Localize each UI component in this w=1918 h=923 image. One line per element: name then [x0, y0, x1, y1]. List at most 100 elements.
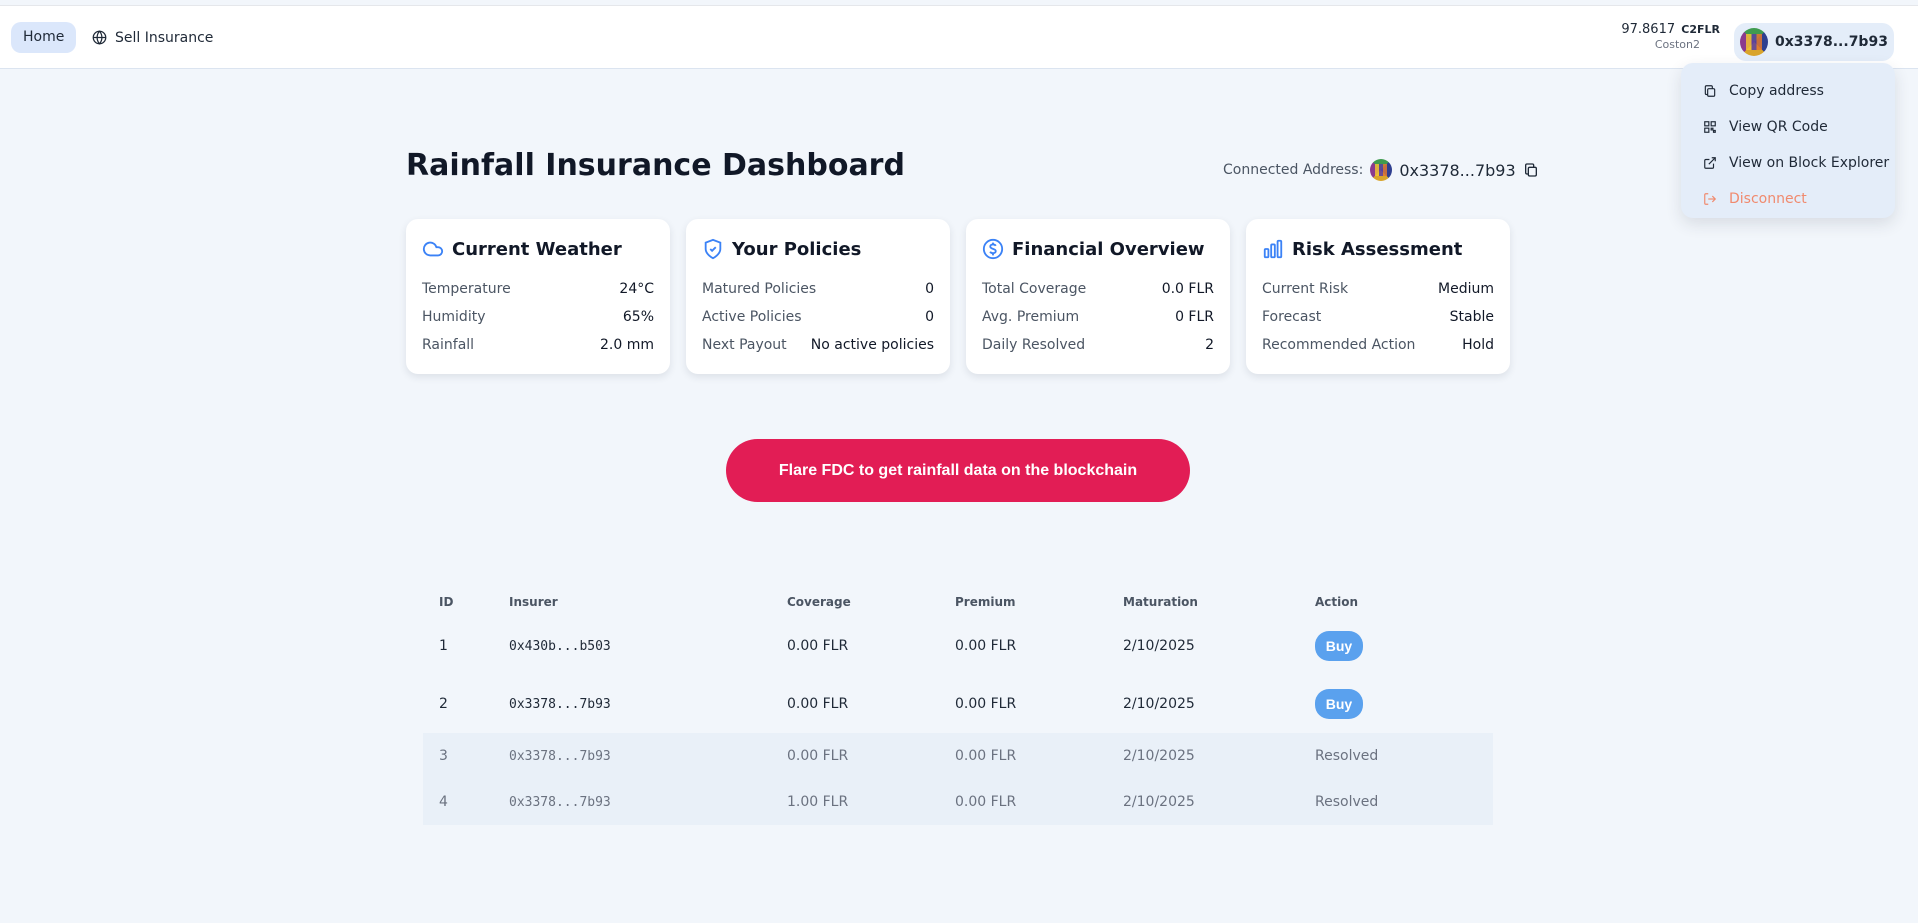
- premium-value: 0.00 FLR: [955, 794, 1017, 810]
- stat-label: Daily Resolved: [982, 337, 1086, 353]
- policy-id: 1: [439, 638, 448, 654]
- copy-address-label: Copy address: [1729, 83, 1824, 99]
- stat-value: 65%: [622, 309, 654, 325]
- stat-value: 2.0 mm: [600, 337, 654, 353]
- stat-value: 0 FLR: [1175, 309, 1214, 325]
- bar-chart-icon: [1263, 239, 1283, 259]
- connected-address-value: 0x3378...7b93: [1399, 160, 1516, 180]
- connected-address-label: Connected Address:: [1223, 162, 1364, 178]
- stat-value: Medium: [1438, 281, 1494, 297]
- globe-icon: [92, 30, 107, 45]
- top-nav-bar: Home Sell Insurance 97.8617 C2FLR Coston…: [0, 5, 1918, 69]
- stat-value: No active policies: [810, 337, 934, 353]
- avatar: [1370, 159, 1393, 181]
- policies-table: ID Insurer Coverage Premium Maturation A…: [423, 587, 1493, 825]
- coverage-value: 1.00 FLR: [787, 794, 849, 810]
- stat-label: Rainfall: [422, 337, 475, 353]
- stat-row: Current Risk Medium: [1262, 275, 1494, 303]
- your-policies-card: Your Policies Matured Policies 0 Active P…: [686, 219, 950, 374]
- resolved-status: Resolved: [1315, 748, 1379, 764]
- stat-row: Temperature 24°C: [422, 275, 654, 303]
- avatar: [1740, 28, 1768, 56]
- stat-row: Forecast Stable: [1262, 303, 1494, 331]
- insurer-address: 0x3378...7b93: [509, 794, 611, 810]
- maturation-date: 2/10/2025: [1123, 696, 1195, 712]
- stat-row: Active Policies 0: [702, 303, 934, 331]
- stat-row: Matured Policies 0: [702, 275, 934, 303]
- stat-row: Daily Resolved 2: [982, 331, 1214, 359]
- table-row: 3 0x3378...7b93 0.00 FLR 0.00 FLR 2/10/2…: [423, 733, 1493, 779]
- cloud-icon: [422, 241, 444, 257]
- stat-row: Avg. Premium 0 FLR: [982, 303, 1214, 331]
- sell-insurance-nav-link[interactable]: Sell Insurance: [92, 22, 213, 53]
- network-name: Coston2: [1654, 38, 1700, 51]
- table-row: 1 0x430b...b503 0.00 FLR 0.00 FLR 2/10/2…: [423, 617, 1493, 675]
- coverage-value: 0.00 FLR: [787, 638, 849, 654]
- page-title: Rainfall Insurance Dashboard: [406, 148, 905, 183]
- coverage-value: 0.00 FLR: [787, 696, 849, 712]
- disconnect-label: Disconnect: [1729, 191, 1807, 207]
- column-header: Premium: [955, 595, 1016, 609]
- qr-code-icon: [1704, 121, 1716, 133]
- view-qr-code-menu-item[interactable]: View QR Code: [1681, 109, 1895, 145]
- balance-amount: 97.8617: [1621, 22, 1676, 37]
- stat-row: Recommended Action Hold: [1262, 331, 1494, 359]
- balance-currency: C2FLR: [1681, 23, 1720, 36]
- premium-value: 0.00 FLR: [955, 638, 1017, 654]
- table-row: 2 0x3378...7b93 0.00 FLR 0.00 FLR 2/10/2…: [423, 675, 1493, 733]
- stat-label: Avg. Premium: [982, 309, 1080, 325]
- stat-label: Recommended Action: [1262, 337, 1416, 353]
- stat-value: 0.0 FLR: [1161, 281, 1214, 297]
- sell-insurance-label: Sell Insurance: [115, 29, 214, 46]
- copy-icon[interactable]: [1523, 162, 1539, 178]
- resolved-status: Resolved: [1315, 794, 1379, 810]
- premium-value: 0.00 FLR: [955, 696, 1017, 712]
- stat-label: Forecast: [1262, 309, 1322, 325]
- disconnect-menu-item[interactable]: Disconnect: [1681, 181, 1895, 217]
- stat-value: Hold: [1462, 337, 1494, 353]
- card-title: Your Policies: [732, 238, 862, 260]
- view-on-block-explorer-menu-item[interactable]: View on Block Explorer: [1681, 145, 1895, 181]
- table-row: 4 0x3378...7b93 1.00 FLR 0.00 FLR 2/10/2…: [423, 779, 1493, 825]
- buy-button[interactable]: Buy: [1315, 631, 1363, 661]
- copy-icon: [1704, 85, 1716, 97]
- stat-label: Current Risk: [1262, 281, 1349, 297]
- coverage-value: 0.00 FLR: [787, 748, 849, 764]
- maturation-date: 2/10/2025: [1123, 794, 1195, 810]
- insurer-address: 0x3378...7b93: [509, 748, 611, 764]
- stat-label: Total Coverage: [982, 281, 1087, 297]
- card-title: Risk Assessment: [1292, 238, 1463, 260]
- stat-value: 0: [925, 281, 934, 297]
- view-on-block-explorer-label: View on Block Explorer: [1729, 155, 1890, 171]
- copy-address-menu-item[interactable]: Copy address: [1681, 73, 1895, 109]
- stat-row: Total Coverage 0.0 FLR: [982, 275, 1214, 303]
- stat-label: Matured Policies: [702, 281, 817, 297]
- policy-id: 3: [439, 748, 448, 764]
- external-link-icon: [1704, 157, 1716, 169]
- current-weather-card: Current Weather Temperature 24°C Humidity…: [406, 219, 670, 374]
- stat-value: 0: [925, 309, 934, 325]
- financial-overview-card: Financial Overview Total Coverage 0.0 FLR…: [966, 219, 1230, 374]
- stat-label: Temperature: [422, 281, 511, 297]
- card-title: Financial Overview: [1012, 238, 1205, 260]
- account-button[interactable]: 0x3378...7b93: [1734, 23, 1894, 61]
- connected-address: Connected Address: 0x3378...7b93: [1223, 159, 1539, 181]
- column-header: Action: [1315, 595, 1359, 609]
- table-header: ID Insurer Coverage Premium Maturation A…: [423, 587, 1493, 617]
- stat-label: Next Payout: [702, 337, 787, 353]
- insurer-address: 0x3378...7b93: [509, 696, 611, 712]
- account-menu: Copy address View QR Code View on Block …: [1681, 63, 1895, 218]
- view-qr-code-label: View QR Code: [1729, 119, 1828, 135]
- maturation-date: 2/10/2025: [1123, 638, 1195, 654]
- column-header: Coverage: [787, 595, 851, 609]
- logout-icon: [1704, 193, 1717, 205]
- stat-label: Active Policies: [702, 309, 802, 325]
- home-nav-button[interactable]: Home: [11, 22, 77, 53]
- buy-button[interactable]: Buy: [1315, 689, 1363, 719]
- insurer-address: 0x430b...b503: [509, 638, 611, 654]
- stat-label: Humidity: [422, 309, 486, 325]
- premium-value: 0.00 FLR: [955, 748, 1017, 764]
- shield-check-icon: [704, 238, 722, 260]
- stat-value: 24°C: [619, 281, 654, 297]
- flare-fdc-button[interactable]: Flare FDC to get rainfall data on the bl…: [726, 439, 1190, 502]
